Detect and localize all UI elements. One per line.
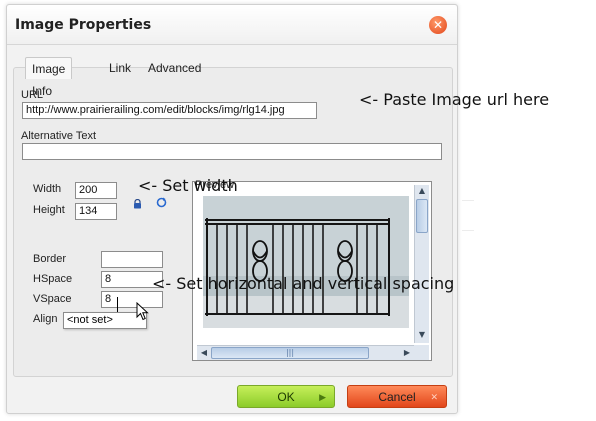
annotation-url: <- Paste Image url here	[359, 90, 550, 109]
background-line	[462, 230, 474, 231]
preview-image	[203, 196, 409, 328]
ok-button[interactable]: OK ▶	[237, 385, 335, 408]
tab-link[interactable]: Link	[103, 57, 137, 79]
align-label: Align	[33, 313, 58, 325]
arrow-right-icon: ▶	[319, 392, 326, 402]
border-label: Border	[33, 253, 67, 265]
scroll-left-icon[interactable]: ◀	[198, 348, 210, 357]
alt-text-label: Alternative Text	[21, 130, 97, 142]
cancel-button[interactable]: Cancel ✕	[347, 385, 447, 408]
align-select[interactable]: <not set>	[63, 312, 147, 329]
tab-image-info[interactable]: Image Info	[25, 57, 73, 98]
ok-button-label: OK	[277, 390, 295, 404]
scroll-up-icon[interactable]: ▲	[416, 186, 428, 195]
border-field[interactable]	[101, 251, 163, 268]
preview-horizontal-scrollbar[interactable]: ◀ ||| ▶	[197, 345, 415, 360]
height-label: Height	[33, 204, 65, 216]
height-field[interactable]: 134	[75, 203, 117, 220]
scroll-right-icon[interactable]: ▶	[401, 348, 413, 357]
horizontal-scroll-thumb[interactable]: |||	[211, 347, 369, 359]
url-label: URL	[21, 89, 44, 101]
width-field[interactable]: 200	[75, 182, 117, 199]
scroll-down-icon[interactable]: ▼	[416, 330, 428, 339]
annotation-spacing: <- Set horizontal and vertical spacing	[152, 274, 455, 293]
mouse-pointer-icon	[136, 301, 150, 326]
dialog-title: Image Properties	[15, 17, 152, 33]
vertical-scroll-thumb[interactable]	[416, 199, 428, 233]
annotation-width: <- Set width	[138, 176, 238, 195]
vspace-field[interactable]: 8	[101, 291, 163, 308]
text-caret	[117, 297, 118, 312]
width-label: Width	[33, 183, 62, 195]
background-line	[462, 200, 474, 201]
close-icon: ✕	[432, 18, 444, 32]
close-button[interactable]: ✕	[429, 16, 447, 34]
image-properties-dialog: Image Properties ✕ Image Info Link Advan…	[6, 4, 458, 414]
preview-vertical-scrollbar[interactable]: ▲ ▼	[414, 185, 429, 343]
vspace-label: VSpace	[33, 293, 72, 305]
scroll-corner	[414, 345, 429, 360]
preview-box	[192, 181, 432, 361]
cancel-button-label: Cancel	[378, 390, 416, 404]
dialog-titlebar: Image Properties ✕	[7, 5, 457, 45]
alt-text-field[interactable]	[22, 143, 442, 160]
reset-icon[interactable]	[156, 193, 167, 212]
close-icon: ✕	[430, 392, 438, 402]
hspace-label: HSpace	[33, 273, 73, 285]
tab-advanced[interactable]: Advanced	[142, 57, 207, 79]
url-field[interactable]: http://www.prairierailing.com/edit/block…	[22, 102, 317, 119]
lock-icon[interactable]	[133, 194, 142, 213]
